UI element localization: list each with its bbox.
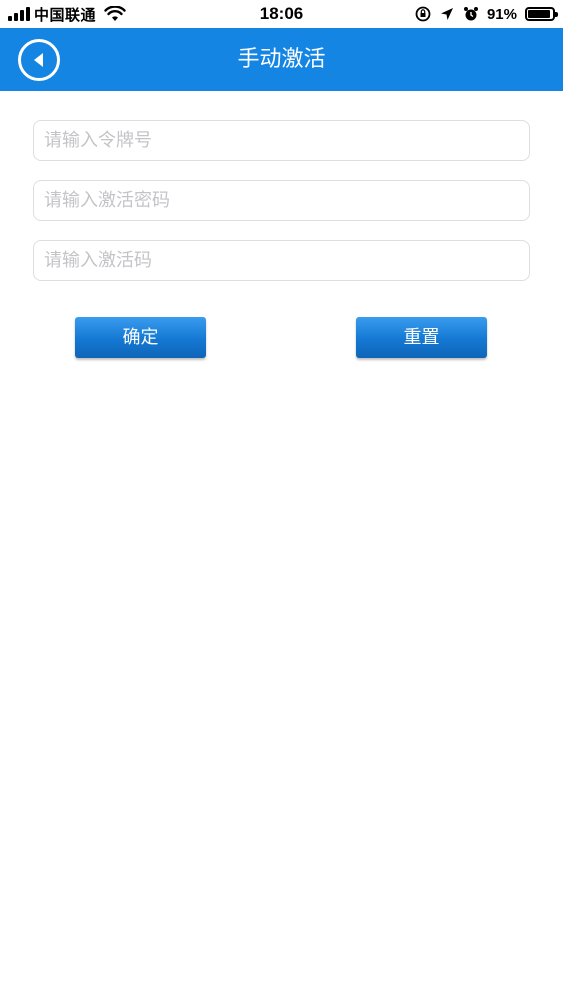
activation-code-input[interactable]	[33, 240, 530, 281]
battery-percent: 91%	[486, 5, 517, 23]
alarm-icon	[463, 7, 478, 21]
status-right: 91%	[415, 4, 558, 24]
token-number-input[interactable]	[33, 120, 530, 161]
carrier-name: 中国联通	[34, 6, 97, 24]
rotation-lock-icon	[415, 6, 431, 22]
status-left: 中国联通	[8, 5, 126, 24]
signal-icon	[8, 7, 30, 21]
location-icon	[440, 8, 453, 20]
battery-fill	[528, 10, 550, 18]
wifi-icon	[104, 6, 126, 21]
nav-bar: 手动激活	[0, 28, 563, 91]
battery-icon	[525, 7, 558, 21]
confirm-button[interactable]: 确定	[75, 317, 206, 358]
reset-button[interactable]: 重置	[356, 317, 487, 358]
status-bar: 中国联通 18:06 91%	[0, 0, 563, 28]
activation-form	[33, 120, 530, 300]
activation-password-input[interactable]	[33, 180, 530, 221]
page-title: 手动激活	[237, 47, 326, 72]
